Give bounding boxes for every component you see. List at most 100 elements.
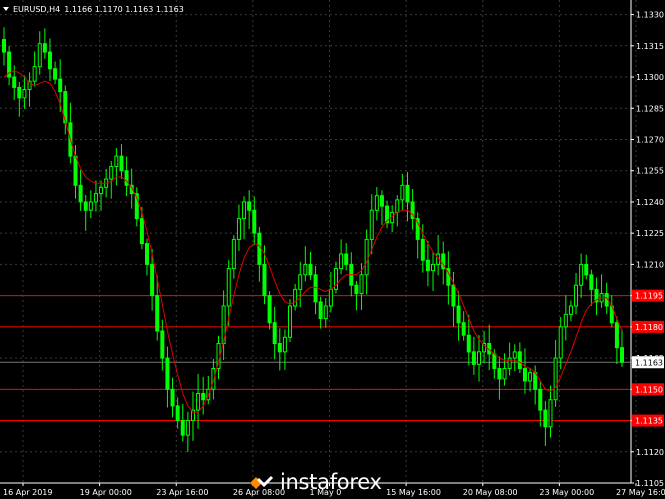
candle-body	[226, 268, 231, 307]
candle-body	[282, 336, 287, 353]
candle-body	[119, 155, 124, 172]
y-tick-label: 1.1300	[636, 73, 664, 82]
candle-body	[109, 166, 114, 180]
chart-background	[0, 0, 665, 499]
candle-body	[257, 232, 262, 265]
price-chart[interactable]: 1.1330 1.1315 1.1300 1.1285 1.1270 1.1255 1.12…	[0, 0, 665, 499]
y-tick-label: 1.1315	[636, 42, 664, 51]
chart-title-bar: EURUSD,H4 1.1166 1.1170 1.1163 1.1163	[3, 2, 184, 16]
candle-body	[272, 322, 277, 345]
level-label: 1.1150	[635, 385, 663, 394]
candle-body	[492, 353, 497, 369]
candle-body	[114, 155, 119, 168]
candle-body	[339, 253, 344, 270]
candle-body	[568, 305, 573, 315]
candle-body	[236, 218, 241, 240]
candle-body	[584, 263, 589, 276]
x-tick-label: 23 Apr 16:00	[156, 488, 208, 497]
symbol-label: EURUSD,H4	[13, 4, 61, 14]
candle-body	[614, 322, 619, 349]
level-label: 1.1135	[635, 417, 663, 426]
candle-body	[99, 186, 104, 195]
instaforex-logo-icon	[250, 475, 274, 489]
candle-body	[175, 405, 180, 422]
candle-body	[170, 388, 175, 407]
candle-body	[548, 399, 553, 428]
candle-body	[53, 68, 58, 80]
candle-body	[425, 259, 430, 272]
ohlc-values: 1.1166 1.1170 1.1163 1.1163	[64, 4, 184, 14]
current-price-label: 1.1163	[635, 358, 663, 367]
candle-body	[395, 199, 400, 213]
candle-body	[359, 274, 364, 295]
candle-body	[517, 351, 522, 369]
candle-body	[231, 238, 236, 270]
candle-body	[420, 238, 425, 261]
y-tick-label: 1.1270	[636, 135, 664, 144]
y-tick-label: 1.1225	[636, 229, 664, 238]
candle-body	[78, 184, 83, 203]
candle-body	[150, 263, 155, 297]
candle-body	[293, 288, 298, 307]
candle-body	[502, 367, 507, 380]
dropdown-arrow-icon[interactable]	[3, 7, 9, 11]
candle-body	[267, 295, 272, 324]
candle-body	[563, 313, 568, 328]
y-tick-label: 1.1255	[636, 167, 664, 176]
candle-body	[379, 195, 384, 207]
candle-body	[405, 184, 410, 203]
candle-body	[155, 295, 160, 332]
candle-body	[298, 274, 303, 290]
candle-body	[42, 43, 47, 53]
x-tick-label: 27 May 16:00	[616, 488, 665, 497]
candle-body	[476, 351, 481, 365]
y-tick-label: 1.1105	[636, 479, 664, 488]
candle-body	[456, 305, 461, 324]
x-tick-label: 19 Apr 00:00	[80, 488, 132, 497]
candle-body	[369, 209, 374, 240]
y-tick-label: 1.1285	[636, 104, 664, 113]
level-label: 1.1195	[635, 292, 663, 301]
candle-body	[538, 388, 543, 411]
candle-body	[558, 326, 563, 359]
candle-body	[374, 195, 379, 211]
candle-body	[58, 78, 63, 93]
candle-body	[83, 201, 88, 211]
candle-body	[160, 330, 165, 359]
candle-body	[185, 420, 190, 436]
y-tick-label: 1.1210	[636, 260, 664, 269]
candle-body	[37, 43, 42, 68]
candle-body	[512, 351, 517, 359]
candle-body	[180, 420, 185, 436]
candle-body	[354, 284, 359, 295]
candle-body	[522, 367, 527, 382]
candle-body	[553, 357, 558, 401]
candle-body	[165, 357, 170, 390]
candle-body	[12, 76, 17, 88]
candle-body	[461, 322, 466, 336]
y-tick-label: 1.1240	[636, 198, 664, 207]
candle-body	[364, 238, 369, 276]
candle-body	[196, 392, 201, 411]
candle-body	[507, 357, 512, 369]
candle-body	[497, 367, 502, 380]
level-label: 1.1180	[635, 323, 663, 332]
candle-body	[528, 372, 533, 382]
x-tick-label: 16 Apr 2019	[3, 488, 52, 497]
candle-body	[22, 89, 27, 99]
candle-body	[252, 209, 257, 234]
candle-body	[242, 201, 247, 220]
candle-body	[313, 274, 318, 303]
candle-body	[308, 263, 313, 276]
candle-body	[93, 193, 98, 203]
x-tick-label: 20 May 08:00	[463, 488, 518, 497]
candle-body	[579, 263, 584, 286]
watermark-text: instaforex	[280, 470, 382, 494]
candle-body	[431, 263, 436, 272]
candle-body	[344, 253, 349, 265]
candle-body	[17, 86, 22, 99]
candle-body	[328, 288, 333, 307]
candle-body	[400, 184, 405, 201]
candle-body	[201, 392, 206, 401]
x-tick-label: 23 May 00:00	[539, 488, 594, 497]
